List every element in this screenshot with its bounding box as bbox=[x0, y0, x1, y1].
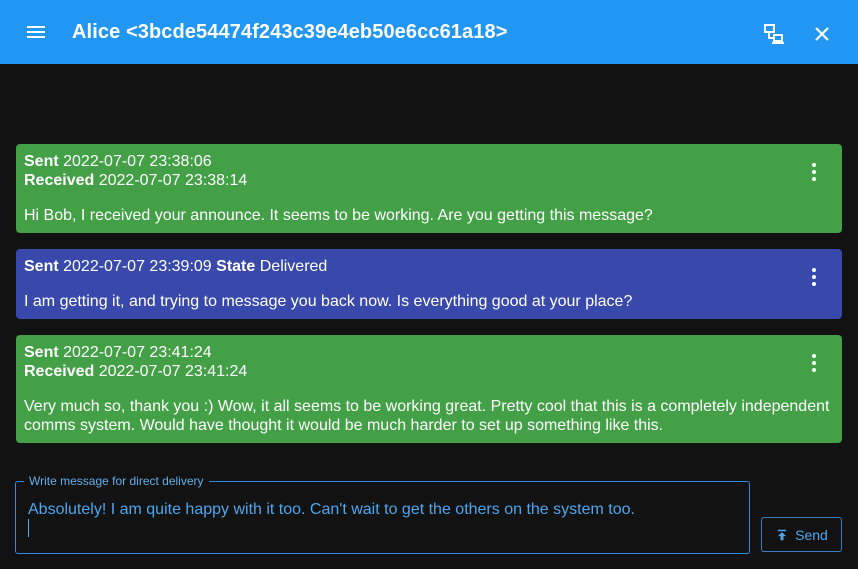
network-button[interactable] bbox=[754, 14, 794, 54]
message-text: Hi Bob, I received your announce. It see… bbox=[24, 207, 653, 224]
message-meta: Sent 2022-07-07 23:39:09 State Delivered bbox=[24, 257, 834, 276]
message-text: Very much so, thank you :) Wow, it all s… bbox=[24, 398, 830, 434]
message-meta: Sent 2022-07-07 23:41:24 bbox=[24, 343, 834, 362]
received-label: Received bbox=[24, 172, 95, 189]
received-label: Received bbox=[24, 363, 95, 380]
sent-time: 2022-07-07 23:39:09 bbox=[63, 258, 212, 275]
message-options-button[interactable] bbox=[800, 158, 828, 186]
message-card: Sent 2022-07-07 23:39:09 State Delivered… bbox=[16, 249, 842, 319]
more-vert-icon bbox=[812, 354, 816, 372]
message-input-label: Write message for direct delivery bbox=[24, 473, 209, 489]
sent-label: Sent bbox=[24, 153, 59, 170]
message-card: Sent 2022-07-07 23:41:24 Received 2022-0… bbox=[16, 335, 842, 443]
message-input[interactable]: Write message for direct delivery Absolu… bbox=[15, 473, 750, 554]
received-time: 2022-07-07 23:38:14 bbox=[98, 172, 248, 189]
message-input-value[interactable]: Absolutely! I am quite happy with it too… bbox=[28, 500, 635, 519]
app-bar: Alice <3bcde54474f243c39e4eb50e6cc61a18> bbox=[0, 0, 858, 64]
network-icon bbox=[764, 24, 784, 44]
send-button-label: Send bbox=[795, 526, 828, 543]
sent-label: Sent bbox=[24, 258, 59, 275]
more-vert-icon bbox=[812, 268, 816, 286]
sent-time: 2022-07-07 23:41:24 bbox=[63, 344, 212, 361]
message-options-button[interactable] bbox=[800, 263, 828, 291]
received-time: 2022-07-07 23:41:24 bbox=[98, 363, 248, 380]
conversation-title: Alice <3bcde54474f243c39e4eb50e6cc61a18> bbox=[72, 21, 508, 43]
text-caret bbox=[28, 519, 29, 537]
more-vert-icon bbox=[812, 163, 816, 181]
close-button[interactable] bbox=[802, 14, 842, 54]
state-value: Delivered bbox=[259, 258, 328, 275]
menu-button[interactable] bbox=[16, 12, 56, 52]
message-meta: Received 2022-07-07 23:41:24 bbox=[24, 362, 834, 381]
message-meta: Sent 2022-07-07 23:38:06 bbox=[24, 152, 834, 171]
send-button[interactable]: Send bbox=[761, 517, 842, 552]
menu-icon bbox=[27, 26, 45, 38]
message-card: Sent 2022-07-07 23:38:06 Received 2022-0… bbox=[16, 144, 842, 233]
send-upload-icon bbox=[778, 529, 787, 540]
close-icon bbox=[815, 27, 829, 41]
message-meta: Received 2022-07-07 23:38:14 bbox=[24, 171, 834, 190]
message-options-button[interactable] bbox=[800, 349, 828, 377]
sent-label: Sent bbox=[24, 344, 59, 361]
state-label: State bbox=[216, 258, 256, 275]
message-text: I am getting it, and trying to message y… bbox=[24, 293, 633, 310]
sent-time: 2022-07-07 23:38:06 bbox=[63, 153, 212, 170]
